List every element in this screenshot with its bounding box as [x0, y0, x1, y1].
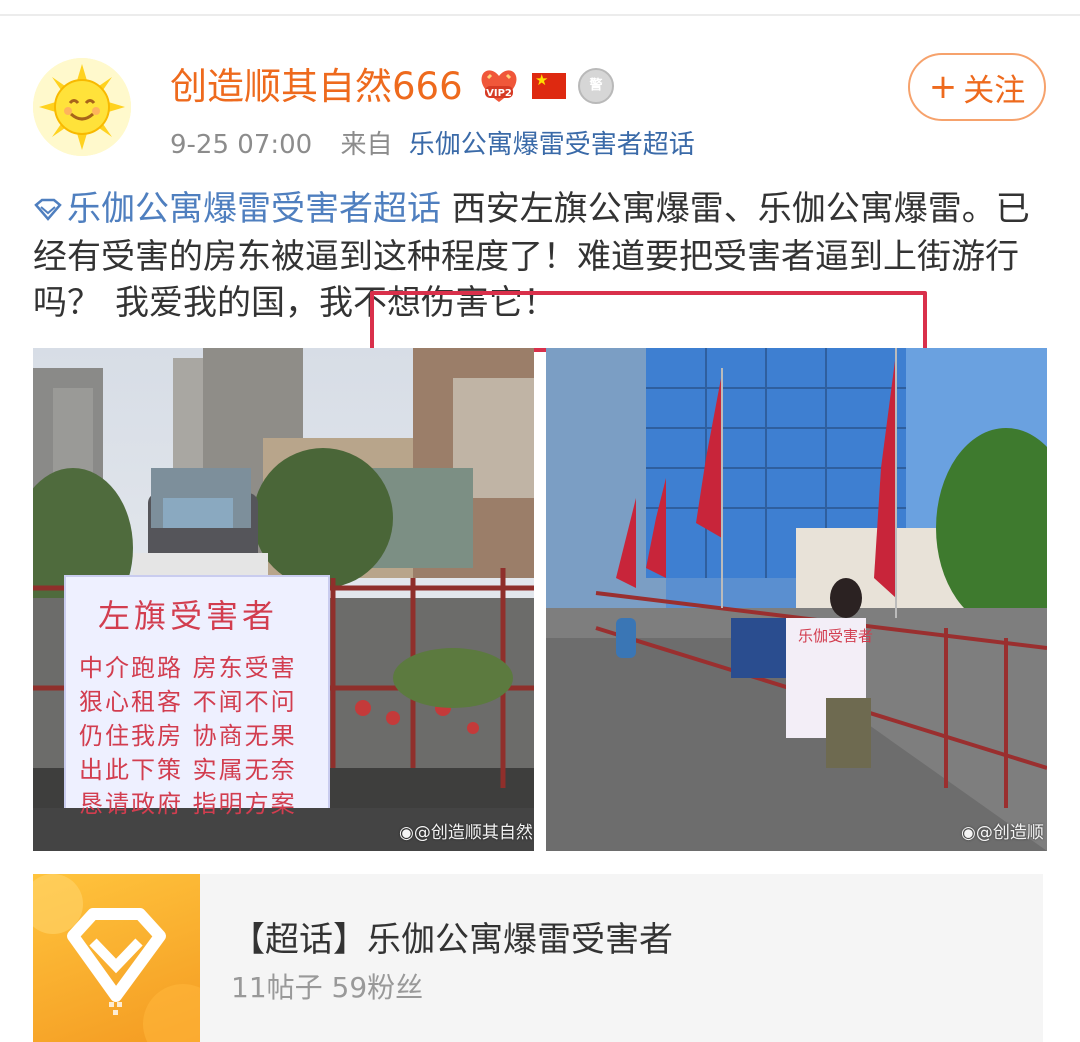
medal-icon[interactable]: 警 [578, 68, 614, 104]
weibo-logo-icon: ◉ [399, 823, 414, 843]
photo-scene-2 [546, 348, 1047, 851]
image-watermark: ◉@创造顺 [961, 823, 1044, 843]
sign-line: 出此下策 实属无奈 [79, 756, 297, 784]
highlight-annotation-box [370, 291, 927, 352]
supertopic-card-title: 【超话】乐伽公寓爆雷受害者 [231, 920, 673, 960]
post-time: 9-25 07:00 [170, 130, 313, 160]
user-badges: VIP2 ★ 警 [478, 66, 614, 106]
from-label: 来自 [340, 130, 393, 160]
post-image-2[interactable]: 乐伽受害者 ◉@创造顺 [546, 348, 1047, 851]
china-flag-icon: ★ [532, 73, 566, 99]
supertopic-diamond-icon [33, 874, 200, 1042]
image-watermark: ◉@创造顺其自然 [399, 823, 533, 843]
sign-title: 乐伽受害者 [798, 627, 874, 645]
plus-icon: + [928, 67, 958, 107]
weibo-logo-icon: ◉ [961, 823, 976, 843]
vip-heart-icon[interactable]: VIP2 [478, 66, 520, 106]
follow-button[interactable]: + 关注 [908, 53, 1046, 121]
supertopic-diamond-icon [33, 188, 63, 234]
sun-avatar-icon [33, 58, 131, 156]
username-link[interactable]: 创造顺其自然666 [170, 62, 463, 112]
sign-line: 恳请政府 指明方案 [79, 790, 297, 818]
sign-line: 仍住我房 协商无果 [79, 722, 297, 750]
sign-title: 左旗受害者 [98, 597, 279, 635]
supertopic-link-text: 乐伽公寓爆雷受害者超话 [67, 189, 441, 229]
supertopic-card[interactable]: 【超话】乐伽公寓爆雷受害者 11帖子 59粉丝 [33, 874, 1043, 1042]
supertopic-thumbnail [33, 874, 200, 1042]
supertopic-card-stats: 11帖子 59粉丝 [231, 971, 424, 1004]
sign-line: 中介跑路 房东受害 [79, 654, 297, 682]
top-divider [0, 14, 1080, 16]
follow-label: 关注 [963, 72, 1026, 109]
vip-badge-text: VIP2 [486, 88, 512, 99]
supertopic-link[interactable]: 乐伽公寓爆雷受害者超话 [33, 189, 441, 229]
post-image-1[interactable]: 左旗受害者 中介跑路 房东受害 狠心租客 不闻不问 仍住我房 协商无果 出此下策… [33, 348, 534, 851]
post-meta: 9-25 07:00 来自 乐伽公寓爆雷受害者超话 [170, 124, 695, 161]
user-avatar[interactable] [33, 58, 131, 156]
sign-line: 狠心租客 不闻不问 [79, 688, 297, 716]
source-link[interactable]: 乐伽公寓爆雷受害者超话 [409, 130, 695, 160]
